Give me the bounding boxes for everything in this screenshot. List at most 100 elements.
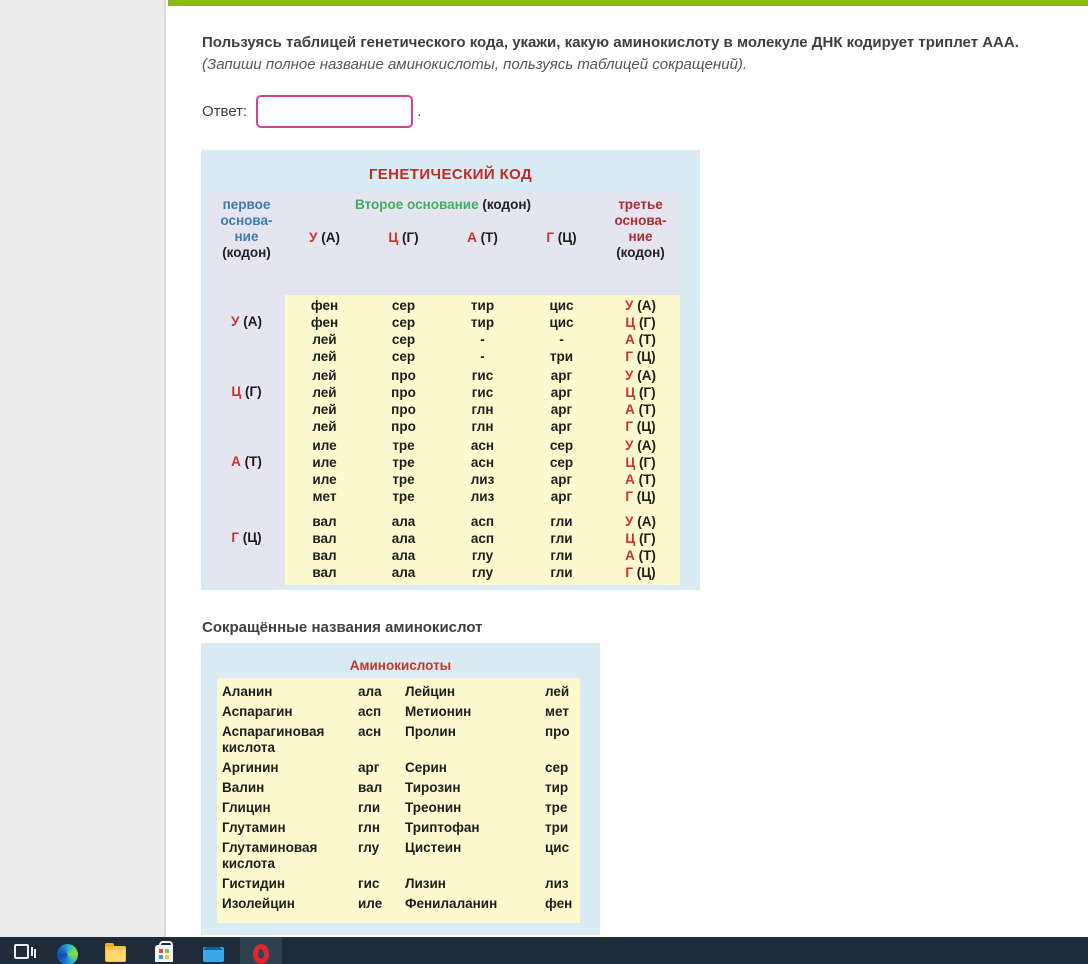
codon-cell: лиз: [470, 472, 495, 487]
store-icon: [155, 941, 173, 962]
codon-cell: фен: [310, 315, 339, 330]
amino-cell: гли: [358, 800, 381, 815]
table-row: лей сер - три Г (Ц): [285, 348, 680, 365]
amino-cell: Пролин: [405, 724, 456, 739]
codon-cell: ала: [391, 565, 416, 580]
codon-cell: гли: [550, 565, 573, 580]
table-row: Аспарагин асп Метионин мет: [217, 702, 580, 722]
amino-table-title: Аминокислоты: [349, 658, 452, 673]
amino-cell: цис: [545, 840, 570, 855]
opera-icon: [253, 944, 269, 964]
opera-button[interactable]: [240, 937, 282, 964]
column-base-header: Г (Ц): [546, 230, 577, 245]
codon-cell: иле: [312, 438, 337, 453]
table-row: Гистидин гис Лизин лиз: [217, 874, 580, 894]
codon-cell: про: [391, 419, 416, 434]
amino-cell: Валин: [222, 780, 265, 795]
amino-cell: Глутамин: [222, 820, 286, 835]
third-base-label: А (Т): [625, 402, 656, 417]
second-base-columns: У (А) Ц (Г) А (Т) Г (Ц): [285, 230, 680, 245]
row-base-label: У (А): [231, 314, 262, 329]
file-explorer-button[interactable]: [94, 937, 136, 964]
amino-cell: Гистидин: [222, 876, 286, 891]
codon-cell: лей: [312, 332, 337, 347]
row-base-label: Г (Ц): [231, 530, 262, 545]
amino-cell: Тирозин: [405, 780, 461, 795]
codon-cell: мет: [312, 489, 337, 504]
codon-cell: сер: [391, 332, 416, 347]
codon-cell: иле: [312, 455, 337, 470]
question-text: Пользуясь таблицей генетического кода, у…: [202, 32, 1070, 76]
codon-cell: вал: [312, 548, 337, 563]
store-button[interactable]: [143, 937, 185, 964]
table-row: Изолейцин иле Фенилаланин фен: [217, 894, 580, 914]
codon-cell: три: [549, 349, 574, 364]
amino-acids-table: Аминокислоты Аланин ала Лейцин лей Аспарагин…: [201, 643, 600, 935]
third-base-label: Г (Ц): [625, 489, 656, 504]
table-row: лей сер - - А (Т): [285, 331, 680, 348]
answer-input[interactable]: [256, 95, 414, 128]
amino-cell: Аспарагиновая кислота: [222, 724, 325, 755]
third-base-label: Ц (Г): [625, 315, 656, 330]
task-view-button[interactable]: [0, 937, 42, 964]
edge-button[interactable]: [46, 937, 88, 964]
amino-cell: Изолейцин: [222, 896, 295, 911]
table-row: лей про глн арг А (Т): [285, 401, 680, 418]
codon-cell: арг: [550, 385, 573, 400]
table-row: вал ала асп гли Ц (Г): [285, 530, 680, 547]
amino-cell: глн: [358, 820, 381, 835]
codon-cell: арг: [550, 419, 573, 434]
file-explorer-icon: [104, 943, 126, 962]
mail-button[interactable]: [192, 937, 234, 964]
codon-cell: глн: [471, 419, 494, 434]
amino-cell: асн: [358, 724, 382, 739]
codon-cell: лей: [312, 385, 337, 400]
codon-cell: лиз: [470, 489, 495, 504]
codon-cell: глу: [471, 548, 494, 563]
left-sidebar: [0, 0, 166, 937]
third-base-label: А (Т): [625, 548, 656, 563]
table-row: Аланин ала Лейцин лей: [217, 682, 580, 702]
codon-cell: вал: [312, 565, 337, 580]
table-row: лей про глн арг Г (Ц): [285, 418, 680, 435]
amino-cell: Аспарагин: [222, 704, 293, 719]
codon-cell: тре: [392, 489, 415, 504]
mail-icon: [202, 947, 224, 962]
table-row: вал ала асп гли У (А): [285, 513, 680, 530]
codon-group: фен сер тир цис У (А) фен сер тир цис Ц (Г) лей сер…: [285, 297, 680, 365]
codon-cell: фен: [310, 298, 339, 313]
amino-cell: сер: [545, 760, 569, 775]
amino-cell: гис: [358, 876, 380, 891]
column-base-header: А (Т): [467, 230, 498, 245]
amino-cell: Треонин: [405, 800, 462, 815]
amino-cell: Аланин: [222, 684, 273, 699]
codon-cell: сер: [391, 315, 416, 330]
table-row: иле тре асн сер Ц (Г): [285, 454, 680, 471]
table-row: иле тре асн сер У (А): [285, 437, 680, 454]
codon-group: вал ала асп гли У (А) вал ала асп гли Ц (Г) вал ала…: [285, 513, 680, 581]
table-row: Глутаминовая кислота глу Цистеин цис: [217, 838, 580, 874]
codon-cell: иле: [312, 472, 337, 487]
codon-cell: ала: [391, 548, 416, 563]
table-row: Глутамин глн Триптофан три: [217, 818, 580, 838]
amino-cell: про: [545, 724, 570, 739]
column-base-header: Ц (Г): [388, 230, 419, 245]
amino-cell: Глутаминовая кислота: [222, 840, 318, 871]
codon-cell: сер: [549, 438, 574, 453]
third-base-header: третье основа- ние (кодон): [614, 197, 667, 260]
third-base-label: А (Т): [625, 332, 656, 347]
codon-cell: про: [391, 368, 416, 383]
table-row: лей про гис арг У (А): [285, 367, 680, 384]
third-base-label: Г (Ц): [625, 349, 656, 364]
third-base-label: У (А): [625, 514, 656, 529]
codon-cell: -: [559, 332, 564, 347]
amino-cell: асп: [358, 704, 382, 719]
edge-icon: [56, 944, 78, 964]
codon-cell: асн: [470, 438, 495, 453]
codon-cell: гли: [550, 514, 573, 529]
codon-cell: тре: [392, 455, 415, 470]
amino-cell: лиз: [545, 876, 569, 891]
desktop-screen: Пользуясь таблицей генетического кода, у…: [0, 0, 1088, 964]
codon-cell: гли: [550, 548, 573, 563]
codon-cell: лей: [312, 368, 337, 383]
